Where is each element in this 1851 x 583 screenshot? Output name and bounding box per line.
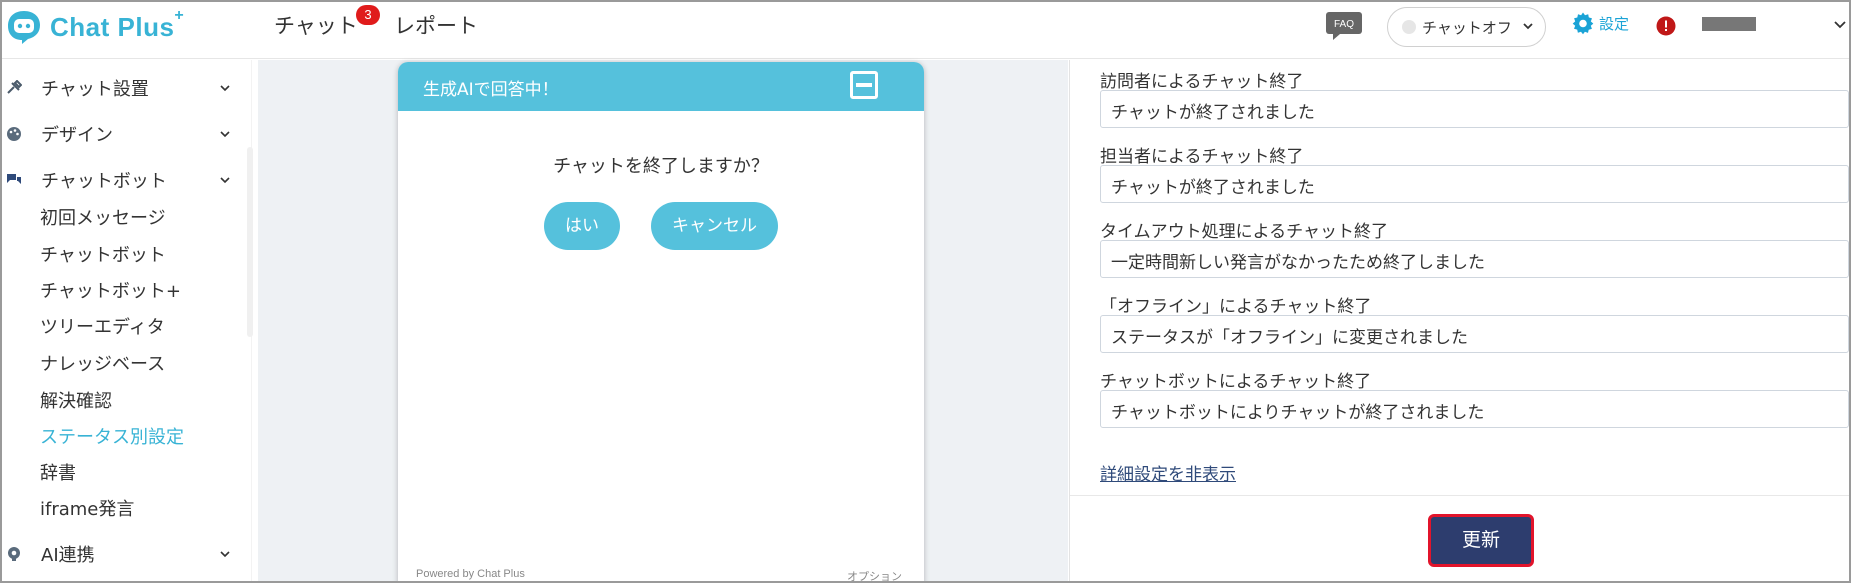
status-settings-panel: 訪問者によるチャット終了 チャットが終了されました 担当者によるチャット終了 チ… bbox=[1069, 60, 1849, 581]
sidebar: チャット設置 デザイン チャットボット 初回メッセージ チャットボット チャット… bbox=[2, 60, 245, 581]
chat-count-badge: 3 bbox=[356, 5, 380, 25]
sidebar-item-chatbot-plus[interactable]: チャットボット+ bbox=[40, 277, 181, 303]
chevron-down-icon bbox=[1523, 23, 1533, 30]
cancel-button[interactable]: キャンセル bbox=[651, 202, 778, 250]
sidebar-section-label: チャットボット bbox=[41, 171, 167, 192]
widget-title: 生成AIで回答中！ bbox=[423, 80, 559, 100]
sidebar-item-tree-editor[interactable]: ツリーエディタ bbox=[40, 313, 165, 339]
palette-icon bbox=[7, 127, 21, 141]
field-label-timeout-end: タイムアウト処理によるチャット終了 bbox=[1100, 222, 1388, 242]
field-label-agent-end: 担当者によるチャット終了 bbox=[1100, 147, 1304, 167]
chevron-down-icon bbox=[220, 85, 230, 92]
panel-divider bbox=[1070, 495, 1849, 496]
timeout-end-message-input[interactable]: 一定時間新しい発言がなかったため終了しました bbox=[1100, 240, 1849, 278]
hide-detail-settings-link[interactable]: 詳細設定を非表示 bbox=[1100, 460, 1236, 485]
settings-label: 設定 bbox=[1599, 14, 1630, 33]
sidebar-item-iframe-message[interactable]: iframe発言 bbox=[40, 495, 134, 521]
sidebar-section-label: チャット設置 bbox=[41, 79, 149, 100]
sidebar-section-label: デザイン bbox=[41, 125, 113, 146]
options-link[interactable]: オプション bbox=[847, 568, 902, 581]
end-chat-confirm-text: チャットを終了しますか？ bbox=[553, 156, 769, 177]
powered-by-text: Powered by Chat Plus bbox=[416, 568, 525, 580]
yes-button[interactable]: はい bbox=[544, 202, 620, 250]
nav-chat[interactable]: チャット bbox=[274, 10, 358, 40]
update-button[interactable]: 更新 bbox=[1428, 514, 1534, 567]
agent-end-message-input[interactable]: チャットが終了されました bbox=[1100, 165, 1849, 203]
alert-icon[interactable] bbox=[1656, 16, 1676, 36]
chat-bubbles-icon bbox=[7, 174, 21, 184]
brain-icon bbox=[8, 547, 20, 561]
settings-link[interactable]: 設定 bbox=[1571, 11, 1629, 35]
visitor-end-message-input[interactable]: チャットが終了されました bbox=[1100, 90, 1849, 128]
field-label-chatbot-end: チャットボットによるチャット終了 bbox=[1100, 372, 1372, 392]
user-menu-chevron-icon[interactable] bbox=[1834, 19, 1846, 29]
app-window: Chat Plus+ チャット 3 レポート FAQ チャットオフ 設定 チャッ… bbox=[0, 0, 1851, 583]
chat-widget-preview: 生成AIで回答中！ チャットを終了しますか？ はい キャンセル Powered … bbox=[398, 62, 924, 581]
status-dot bbox=[1402, 20, 1416, 34]
logo-text: Chat Plus+ bbox=[50, 6, 185, 42]
field-label-visitor-end: 訪問者によるチャット終了 bbox=[1100, 72, 1304, 92]
offline-end-message-input[interactable]: ステータスが「オフライン」に変更されました bbox=[1100, 315, 1849, 353]
top-header: Chat Plus+ チャット 3 レポート FAQ チャットオフ 設定 bbox=[2, 2, 1849, 59]
logo[interactable]: Chat Plus+ bbox=[6, 7, 184, 47]
gear-icon bbox=[1572, 12, 1594, 35]
sidebar-item-chatbot[interactable]: チャットボット bbox=[40, 241, 166, 267]
nav-report[interactable]: レポート bbox=[394, 10, 478, 40]
sidebar-section-label: AI連携 bbox=[41, 545, 95, 566]
sidebar-item-dictionary[interactable]: 辞書 bbox=[40, 459, 76, 485]
sidebar-section-ai-integration[interactable]: AI連携 bbox=[2, 536, 245, 572]
field-label-offline-end: 「オフライン」によるチャット終了 bbox=[1100, 297, 1372, 317]
sidebar-section-chat-setup[interactable]: チャット設置 bbox=[2, 70, 245, 106]
chevron-down-icon bbox=[220, 131, 230, 138]
sidebar-item-resolution-check[interactable]: 解決確認 bbox=[40, 387, 112, 413]
sidebar-scrollbar[interactable] bbox=[247, 147, 253, 337]
chat-plus-logo-icon bbox=[6, 9, 42, 45]
widget-header: 生成AIで回答中！ bbox=[398, 62, 924, 111]
chatbot-end-message-input[interactable]: チャットボットによりチャットが終了されました bbox=[1100, 390, 1849, 428]
sidebar-item-status-settings[interactable]: ステータス別設定 bbox=[40, 423, 184, 449]
user-avatar[interactable] bbox=[1702, 17, 1756, 31]
sidebar-item-initial-message[interactable]: 初回メッセージ bbox=[40, 204, 166, 230]
sidebar-section-design[interactable]: デザイン bbox=[2, 116, 245, 152]
chevron-down-icon bbox=[220, 177, 230, 184]
status-select[interactable]: チャットオフ bbox=[1387, 7, 1546, 47]
faq-icon[interactable]: FAQ bbox=[1325, 11, 1363, 41]
faq-label: FAQ bbox=[1334, 19, 1354, 30]
minimize-icon[interactable] bbox=[850, 71, 878, 99]
sidebar-section-chatbot[interactable]: チャットボット bbox=[2, 162, 245, 198]
status-select-value: チャットオフ bbox=[1422, 18, 1512, 37]
chevron-down-icon bbox=[220, 551, 230, 558]
sidebar-item-knowledge-base[interactable]: ナレッジベース bbox=[40, 350, 165, 376]
tools-icon bbox=[7, 80, 22, 94]
